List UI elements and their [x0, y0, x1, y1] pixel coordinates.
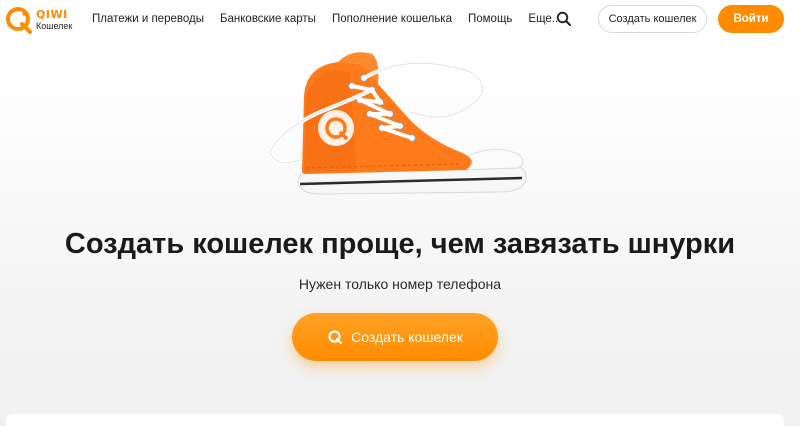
logo-brand: QIWI — [36, 8, 68, 21]
nav-item-topup[interactable]: Пополнение кошелька — [332, 13, 452, 25]
nav-item-help[interactable]: Помощь — [468, 13, 512, 25]
header: QIWI Кошелек Платежи и переводы Банковск… — [0, 0, 800, 38]
content-card — [6, 414, 784, 426]
create-wallet-button-label: Создать кошелек — [351, 329, 463, 345]
orange-sneaker-image — [267, 52, 527, 195]
create-wallet-button-header[interactable]: Создать кошелек — [598, 5, 707, 33]
logo-subtitle: Кошелек — [36, 21, 73, 31]
qiwi-logo-icon — [6, 7, 32, 34]
login-button[interactable]: Войти — [718, 5, 784, 33]
hero-title: Создать кошелек проще, чем завязать шнур… — [64, 228, 736, 260]
nav-item-bank-cards[interactable]: Банковские карты — [220, 13, 316, 25]
nav-item-payments[interactable]: Платежи и переводы — [92, 13, 204, 25]
qiwi-logo[interactable]: QIWI Кошелек — [4, 5, 74, 35]
create-wallet-button[interactable]: Создать кошелек — [292, 313, 498, 361]
search-icon[interactable] — [556, 11, 572, 27]
hero-subtitle: Нужен только номер телефона — [298, 276, 502, 292]
qiwi-q-icon — [328, 330, 343, 345]
main-nav: Платежи и переводы Банковские карты Попо… — [92, 0, 561, 38]
